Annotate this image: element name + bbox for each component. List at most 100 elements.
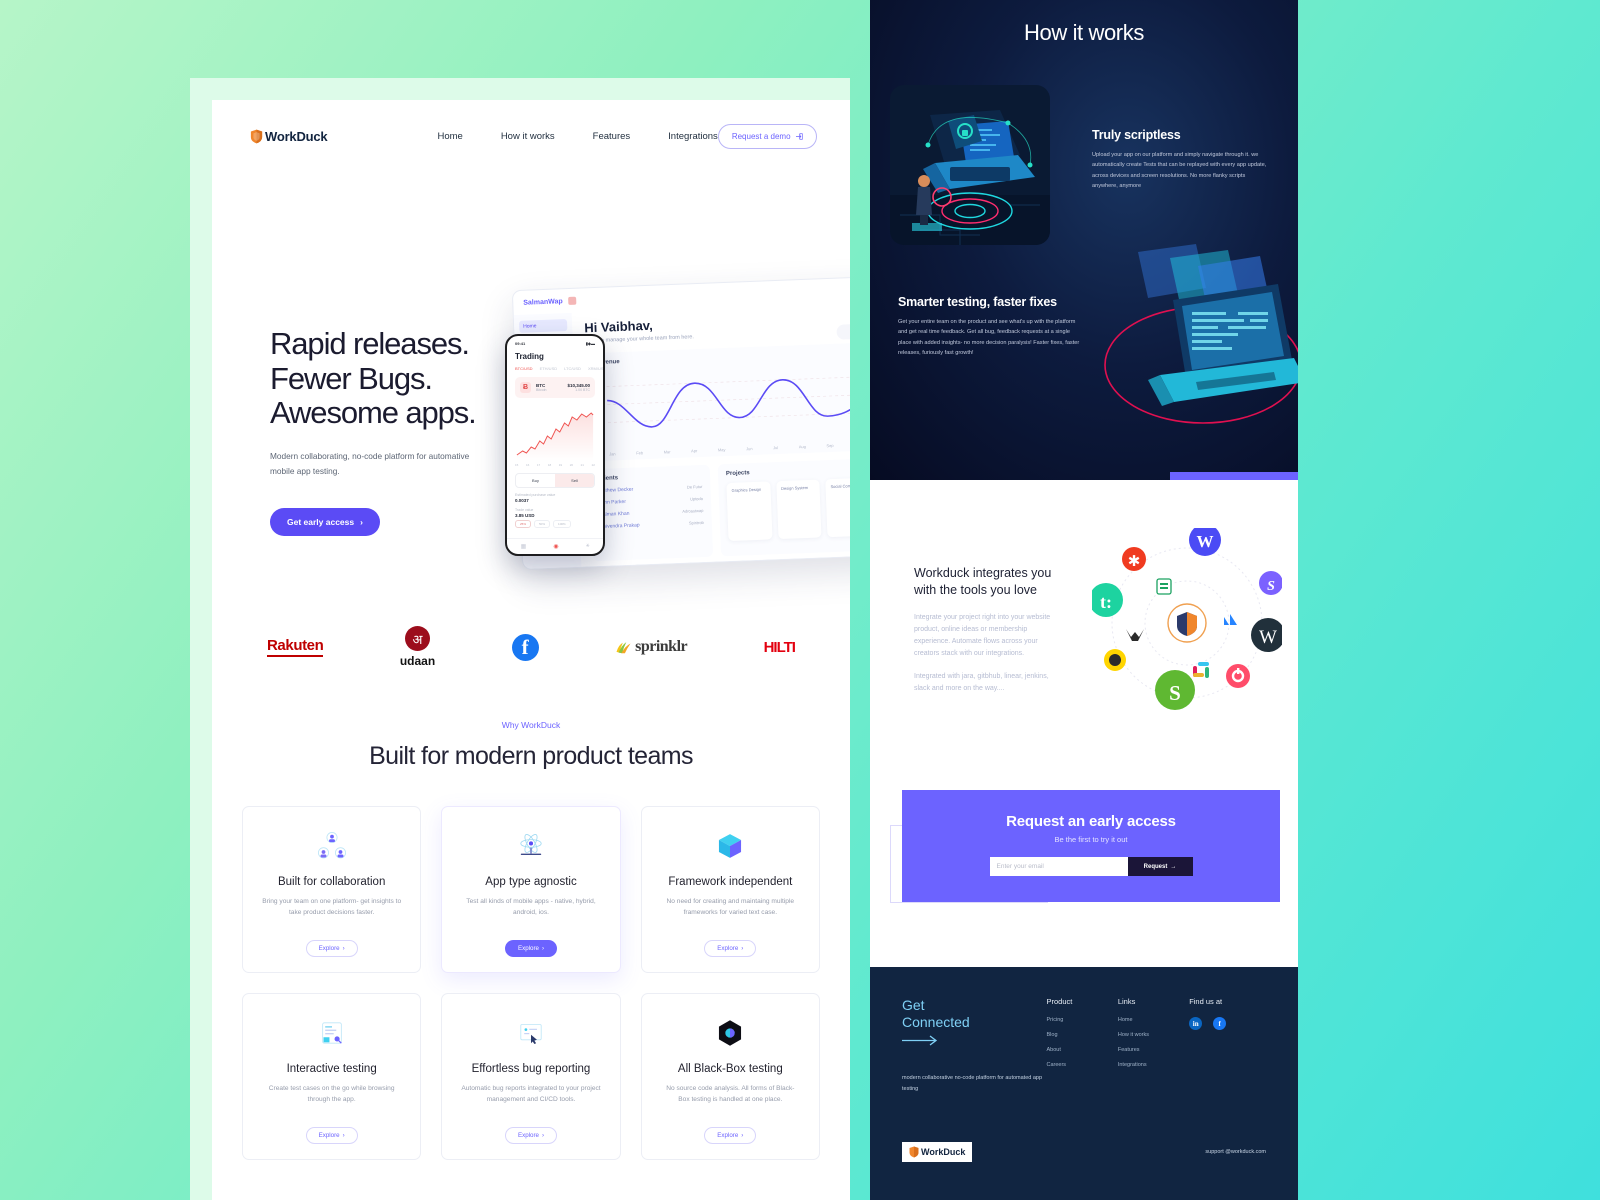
chevron-right-icon: › [541,945,545,952]
x-tick: May [717,447,726,453]
arrow-right-icon[interactable] [902,1035,942,1046]
phone-tab-btcusd[interactable]: BTC/USD [515,366,533,371]
logo-facebook: f [511,633,539,661]
footer-link-blog[interactable]: Blog [1047,1032,1118,1038]
email-input[interactable] [989,857,1128,876]
footer-brand-name: WorkDuck [921,1147,966,1157]
explore-button[interactable]: Explore › [704,940,757,957]
footer-bottom-bar: WorkDuck support @workduck.com [902,1142,1266,1162]
explore-label: Explore [318,945,340,952]
project-tile[interactable]: Design System [775,479,822,540]
footer-link-how-it-works[interactable]: How it works [1118,1032,1189,1038]
projects-label: Projects [725,470,750,478]
sprinklr-wordmark: sprinklr [635,638,688,655]
pct-100[interactable]: 100% [553,520,571,528]
facebook-icon[interactable]: f [1213,1017,1227,1030]
sell-button[interactable]: Sell [555,474,594,487]
app-type-icon [520,833,542,856]
footer-link-pricing[interactable]: Pricing [1047,1017,1118,1023]
buy-button[interactable]: Buy [516,474,555,487]
how-it-works-section: How it works Truly scriptless Upload you… [870,0,1298,480]
find-us-title: Find us at [1189,997,1223,1006]
how-it-works-block-2: Smarter testing, faster fixes Get your e… [898,295,1083,358]
facebook-icon: f [511,633,539,661]
pct-50[interactable]: 50% [534,520,551,528]
phone-tab-ethusd[interactable]: ETH/USD [540,366,558,371]
request-button-label: Request [1143,863,1168,870]
card-title: Effortless bug reporting [471,1063,591,1075]
explore-button[interactable]: Explore › [504,1127,558,1144]
footer-brand-block: Get Connected modern collaborative no-co… [902,997,1047,1095]
explore-button[interactable]: Explore › [305,940,358,957]
feature-card-interactive-testing[interactable]: Interactive testing Create test cases on… [242,993,422,1160]
nav-item-features[interactable]: Features [593,131,631,142]
feature-card-collaboration[interactable]: Built for collaboration Bring your team … [242,806,422,973]
why-heading: Built for modern product teams [369,742,693,770]
chevron-right-icon: › [360,517,363,528]
trade-value-text: 3.85 USD [515,513,535,518]
explore-button[interactable]: Explore › [504,940,558,957]
day-tick: 17 [536,463,541,467]
landing-page-mockup: WorkDuck Home How it works Features Inte… [212,100,850,1200]
client-role: Adroastwap [682,507,704,514]
explore-label: Explore [318,1132,340,1139]
linkedin-icon[interactable]: in [1189,1017,1203,1030]
project-tile[interactable]: Graphics Design [726,481,773,542]
client-row[interactable]: John Parker Uptodo [599,496,703,506]
footer-link-features[interactable]: Features [1118,1047,1189,1053]
request-demo-label: Request a demo [731,131,791,141]
early-access-cta-wrap: Request an early access Be the first to … [870,790,1298,970]
footer-logo[interactable]: WorkDuck [902,1142,973,1162]
phone-chart-x-axis: 15 16 17 18 19 20 21 22 [507,461,603,467]
footer-link-integrations[interactable]: Integrations [1118,1062,1189,1068]
sidebar-item-home[interactable]: Home [518,319,568,333]
feature-card-black-box[interactable]: All Black-Box testing No source code ana… [640,993,820,1160]
card-title: Interactive testing [286,1063,377,1075]
phone-tab-ltcusd[interactable]: LTC/USD [564,366,581,371]
how-it-works-block-1: Truly scriptless Upload your app on our … [1092,128,1272,191]
person-icon[interactable]: ⚹ [586,543,590,550]
client-row[interactable]: Shivendra Prakap Spiritrob [600,520,704,530]
footer-link-about[interactable]: About [1047,1047,1118,1053]
get-early-access-button[interactable]: Get early access › [270,508,380,537]
integrations-copy: Workduck integrates you with the tools y… [914,565,1064,695]
footer-link-home[interactable]: Home [1118,1017,1189,1023]
explore-label: Explore [517,945,539,952]
x-tick: Jun [745,446,753,452]
svg-text:S: S [1169,681,1181,705]
feature-card-bug-reporting[interactable]: Effortless bug reporting Automatic bug r… [441,993,621,1160]
explore-button[interactable]: Explore › [704,1127,757,1144]
nav-item-home[interactable]: Home [437,131,462,142]
feature-card-framework[interactable]: Framework independent No need for creati… [640,806,820,973]
client-row[interactable]: Mathew Decker De Futur [598,484,702,494]
x-tick: Mar [663,449,671,455]
client-row[interactable]: Salman Khan Adroastwap [599,508,703,518]
site-footer: Get Connected modern collaborative no-co… [870,967,1298,1200]
feature-card-app-type[interactable]: App type agnostic Test all kinds of mobi… [441,806,621,973]
nav-item-how-it-works[interactable]: How it works [501,131,555,142]
svg-text:W: W [1197,532,1214,551]
x-tick: Apr [691,448,698,454]
card-desc: No need for creating and maintaing multi… [666,898,795,916]
nav-item-integrations[interactable]: Integrations [668,131,718,142]
clients-label: Clients [597,475,619,482]
notification-bell-icon[interactable] [568,296,577,305]
trade-circle-icon[interactable]: ◉ [553,543,558,550]
phone-tab-xrmusd[interactable]: XRM/USD [588,366,603,371]
request-button[interactable]: Request → [1127,857,1193,876]
grid-icon[interactable]: ▦ [521,543,527,550]
brand-logo[interactable]: WorkDuck [250,129,328,144]
sprinklr-fan-icon [616,642,631,654]
card-desc: No source code analysis. All forms of Bl… [666,1085,795,1103]
support-email[interactable]: support @workduck.com [1205,1149,1266,1155]
black-box-icon [719,1020,742,1046]
coin-sub-text: 1.00 BTC [575,388,590,392]
footer-link-careers[interactable]: Careers [1047,1062,1118,1068]
chevron-right-icon: › [342,1132,345,1139]
request-demo-button[interactable]: Request a demo [717,123,817,149]
project-tile[interactable]: Social Community [825,477,850,538]
explore-button[interactable]: Explore › [305,1127,358,1144]
smarter-testing-illustration [1078,240,1298,430]
pct-25[interactable]: 25% [515,520,532,528]
logo-hilti: HILTI [764,639,796,656]
